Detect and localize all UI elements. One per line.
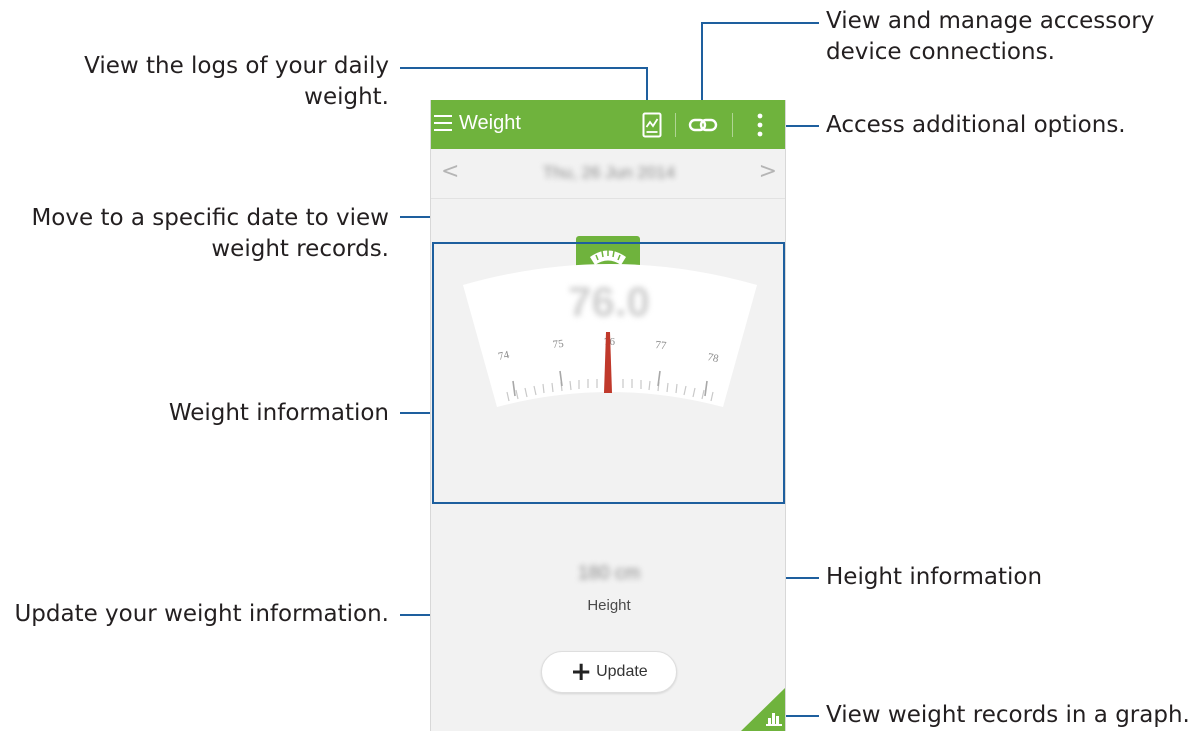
callout-line-logs: [400, 67, 648, 69]
callout-weight-info: Weight information: [168, 400, 389, 426]
app-bar-separator: [732, 113, 733, 137]
callout-logs: View the logs of your daily weight.: [84, 53, 389, 110]
date-navigation: < Thu, 26 Jun 2014 >: [431, 149, 785, 199]
app-bar: Weight: [431, 100, 785, 149]
selected-date[interactable]: Thu, 26 Jun 2014: [431, 163, 785, 183]
link-icon: [688, 118, 718, 131]
callout-options: Access additional options.: [826, 112, 1126, 138]
update-button[interactable]: + Update: [541, 651, 677, 693]
callout-graph: View weight records in a graph.: [826, 702, 1190, 728]
callout-connections: View and manage accessory device connect…: [826, 8, 1155, 65]
menu-icon[interactable]: [434, 115, 452, 132]
app-title: Weight: [459, 112, 521, 134]
callout-date: Move to a specific date to view weight r…: [31, 205, 389, 262]
log-icon: [642, 112, 662, 137]
update-button-label: Update: [596, 663, 648, 680]
connections-button[interactable]: [685, 100, 721, 149]
more-options-button[interactable]: [749, 100, 771, 149]
weight-highlight-frame: [432, 242, 785, 504]
plus-icon: +: [570, 657, 593, 687]
callout-line-connections: [701, 22, 819, 24]
height-label: Height: [587, 597, 631, 614]
next-date-arrow-icon[interactable]: >: [759, 159, 777, 184]
graph-button[interactable]: [741, 686, 785, 731]
callout-update: Update your weight information.: [14, 601, 389, 627]
more-options-icon: [757, 113, 763, 136]
callout-line-weight: [400, 412, 434, 414]
app-bar-separator: [675, 113, 676, 137]
log-button[interactable]: [635, 100, 669, 149]
callout-height-info: Height information: [826, 564, 1043, 590]
height-value: 180 cm: [577, 563, 641, 584]
